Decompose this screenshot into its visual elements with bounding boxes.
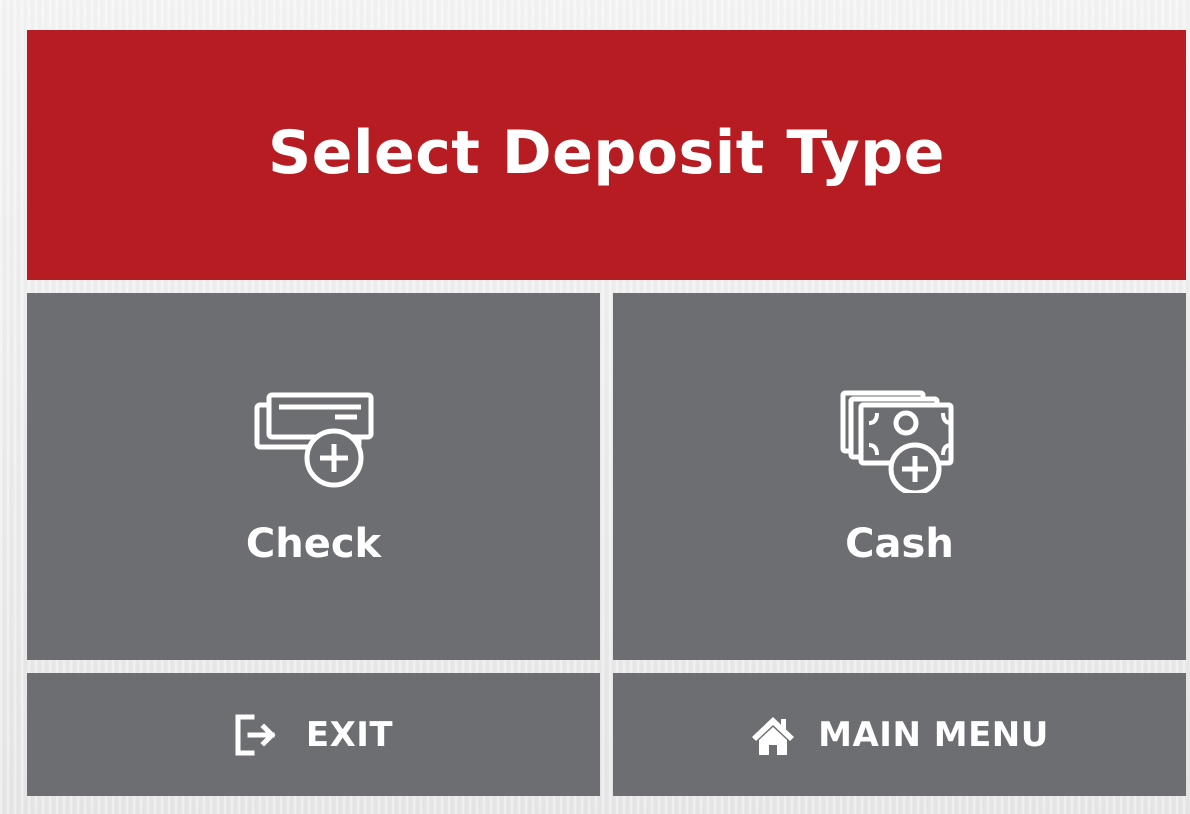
- check-label: Check: [245, 521, 382, 567]
- check-add-icon: [249, 383, 379, 493]
- exit-button[interactable]: EXIT: [27, 673, 600, 796]
- cash-deposit-button[interactable]: Cash: [613, 293, 1186, 660]
- check-deposit-button[interactable]: Check: [27, 293, 600, 660]
- main-menu-button[interactable]: MAIN MENU: [613, 673, 1186, 796]
- main-menu-label: MAIN MENU: [818, 714, 1049, 755]
- page-title: Select Deposit Type: [268, 118, 945, 188]
- exit-label: EXIT: [305, 714, 394, 755]
- home-icon: [750, 713, 796, 757]
- exit-icon: [234, 713, 280, 757]
- header-banner: Select Deposit Type: [27, 30, 1186, 280]
- cash-label: Cash: [845, 521, 954, 567]
- cash-add-icon: [835, 383, 965, 496]
